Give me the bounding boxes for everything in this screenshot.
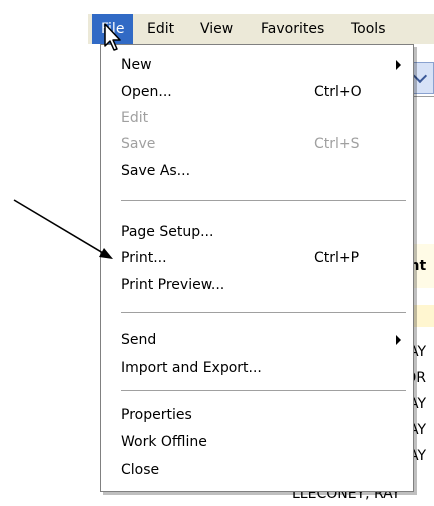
menu-item-label: Send <box>121 332 157 348</box>
menu-view[interactable]: View <box>191 14 242 44</box>
table-cell: AY <box>414 396 426 412</box>
menu-item-close[interactable]: Close <box>101 456 413 484</box>
menu-separator <box>121 390 406 392</box>
mouse-pointer-icon <box>104 23 121 51</box>
menu-item-label: Edit <box>121 110 149 126</box>
submenu-arrow-icon <box>396 335 401 345</box>
chevron-down-icon <box>412 68 428 84</box>
column-header-text: ent <box>414 258 427 274</box>
menu-item-properties[interactable]: Properties <box>101 401 413 429</box>
header-band <box>414 305 434 327</box>
shortcut-label: Ctrl+S <box>314 136 360 152</box>
table-cell: IDR <box>414 370 426 386</box>
menu-item-page-setup[interactable]: Page Setup... <box>101 218 413 246</box>
menu-item-label: Work Offline <box>121 434 207 450</box>
menu-item-open[interactable]: Open... Ctrl+O <box>101 78 413 106</box>
menu-bar: File Edit View Favorites Tools <box>88 14 434 44</box>
menu-item-save: Save Ctrl+S <box>101 130 413 158</box>
menu-item-print-preview[interactable]: Print Preview... <box>101 271 413 299</box>
menu-tools[interactable]: Tools <box>342 14 395 44</box>
menu-item-label: Print... <box>121 250 167 266</box>
menu-item-label: Save <box>121 136 156 152</box>
menu-item-label: Open... <box>121 84 172 100</box>
table-cell: AY <box>414 344 426 360</box>
menu-item-label: Page Setup... <box>121 224 214 240</box>
screenshot-stage: ent AY IDR AY AY AY LLECONEY, RAY File E… <box>0 0 434 506</box>
menu-item-import-export[interactable]: Import and Export... <box>101 354 413 382</box>
menu-item-label: New <box>121 57 152 73</box>
menu-item-label: Properties <box>121 407 192 423</box>
table-cell: AY <box>414 422 426 438</box>
menu-edit[interactable]: Edit <box>138 14 183 44</box>
shortcut-label: Ctrl+P <box>314 250 360 266</box>
menu-item-new[interactable]: New <box>101 51 413 79</box>
menu-item-work-offline[interactable]: Work Offline <box>101 428 413 456</box>
column-header-fragment: ent <box>414 244 434 288</box>
submenu-arrow-icon <box>396 60 401 70</box>
menu-favorites[interactable]: Favorites <box>252 14 333 44</box>
menu-item-label: Print Preview... <box>121 277 225 293</box>
menu-separator <box>121 312 406 314</box>
menu-separator <box>121 200 406 202</box>
menu-item-send[interactable]: Send <box>101 326 413 354</box>
file-menu-dropdown: New Open... Ctrl+O Edit Save Ctrl+S Save… <box>100 44 414 492</box>
shortcut-label: Ctrl+O <box>314 84 362 100</box>
menu-item-label: Save As... <box>121 163 191 179</box>
menu-item-print[interactable]: Print... Ctrl+P <box>101 244 413 272</box>
menu-item-save-as[interactable]: Save As... <box>101 157 413 185</box>
table-cell: AY <box>414 448 426 464</box>
menu-item-edit: Edit <box>101 104 413 132</box>
menu-item-label: Close <box>121 462 160 478</box>
menu-item-label: Import and Export... <box>121 360 262 376</box>
